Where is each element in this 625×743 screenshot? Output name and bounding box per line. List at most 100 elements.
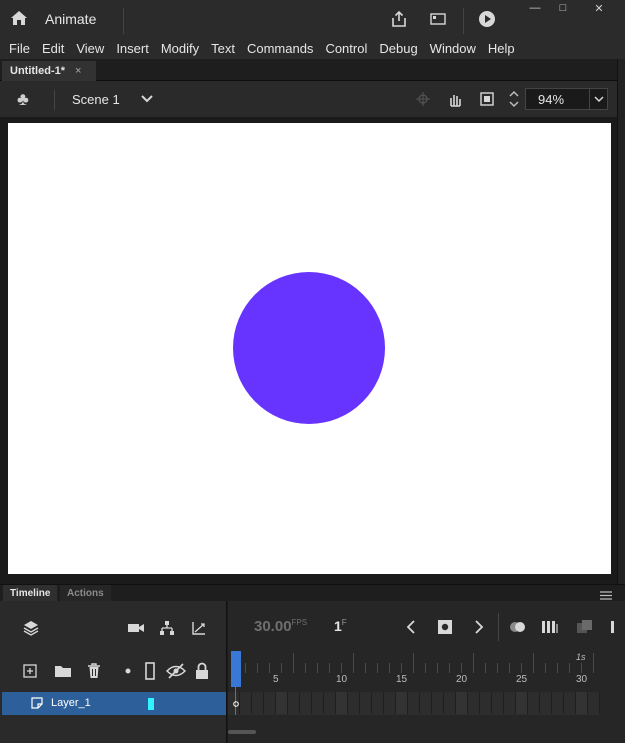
frame-cell[interactable] xyxy=(300,692,312,714)
highlight-dot-icon[interactable] xyxy=(121,664,135,678)
camera-icon[interactable] xyxy=(125,617,147,639)
frame-cell[interactable] xyxy=(360,692,372,714)
menu-debug[interactable]: Debug xyxy=(373,39,423,58)
graph-easing-icon[interactable] xyxy=(188,617,210,639)
fps-display[interactable]: 30.00FPS xyxy=(254,618,307,635)
frame-cell[interactable] xyxy=(588,692,600,714)
chevron-down-icon[interactable] xyxy=(140,91,154,108)
zoom-combobox[interactable]: 94% xyxy=(525,88,608,110)
clip-content-icon[interactable] xyxy=(477,89,497,109)
frame-cell[interactable] xyxy=(564,692,576,714)
empty-keyframe-icon[interactable] xyxy=(231,698,241,710)
insert-keyframe-icon[interactable] xyxy=(435,617,455,637)
menu-commands[interactable]: Commands xyxy=(241,39,319,58)
frame-cell[interactable] xyxy=(540,692,552,714)
tab-timeline[interactable]: Timeline xyxy=(3,585,58,602)
layer-name[interactable]: Layer_1 xyxy=(51,697,91,709)
menu-window[interactable]: Window xyxy=(424,39,482,58)
center-stage-crosshair-icon[interactable] xyxy=(414,90,432,108)
frame-cell[interactable] xyxy=(336,692,348,714)
eye-hidden-icon[interactable] xyxy=(165,660,187,682)
document-tab-row: Untitled-1* × xyxy=(0,59,625,81)
ruler-tick xyxy=(269,663,270,673)
home-icon[interactable] xyxy=(9,8,29,28)
rotate-hand-icon[interactable] xyxy=(445,89,465,109)
document-tab[interactable]: Untitled-1* × xyxy=(2,61,96,81)
minimize-button[interactable]: — xyxy=(520,0,550,16)
frame-cell[interactable] xyxy=(444,692,456,714)
delete-trash-icon[interactable] xyxy=(84,660,104,682)
frame-cell[interactable] xyxy=(312,692,324,714)
more-tools-icon[interactable] xyxy=(607,617,619,637)
ruler-tick xyxy=(437,663,438,673)
scene-name[interactable]: Scene 1 xyxy=(72,92,120,107)
frame-cell[interactable] xyxy=(348,692,360,714)
zoom-value[interactable]: 94% xyxy=(538,92,564,107)
current-frame-display[interactable]: 1F xyxy=(334,618,347,634)
frame-ruler[interactable]: 5 10 15 20 25 30 1s xyxy=(228,651,625,691)
frame-cell[interactable] xyxy=(516,692,528,714)
menu-view[interactable]: View xyxy=(70,39,110,58)
stage-pasteboard xyxy=(0,117,617,582)
frame-cell[interactable] xyxy=(456,692,468,714)
frame-cell[interactable] xyxy=(276,692,288,714)
frame-cell[interactable] xyxy=(240,692,252,714)
new-layer-icon[interactable] xyxy=(20,661,40,681)
panel-layout-icon[interactable] xyxy=(427,8,449,30)
tab-actions[interactable]: Actions xyxy=(60,585,111,602)
fps-value[interactable]: 30.00 xyxy=(254,618,292,635)
frame-cell[interactable] xyxy=(528,692,540,714)
zoom-dropdown-chevron-icon[interactable] xyxy=(589,89,608,109)
frame-cell[interactable] xyxy=(480,692,492,714)
frame-cell[interactable] xyxy=(432,692,444,714)
frame-cell[interactable] xyxy=(408,692,420,714)
outline-toggle-icon[interactable] xyxy=(142,660,158,682)
layer-parenting-icon[interactable] xyxy=(156,617,178,639)
layer-frames-row[interactable] xyxy=(228,692,600,715)
layer-type-icon xyxy=(30,696,44,710)
timeline-horizontal-scrollbar[interactable] xyxy=(228,730,256,734)
layers-stack-icon[interactable] xyxy=(20,617,42,639)
menu-modify[interactable]: Modify xyxy=(155,39,205,58)
frame-cell[interactable] xyxy=(504,692,516,714)
test-movie-play-icon[interactable] xyxy=(476,8,498,30)
document-tab-close-icon[interactable]: × xyxy=(75,65,81,77)
menu-file[interactable]: File xyxy=(3,39,36,58)
frame-cell[interactable] xyxy=(396,692,408,714)
layer-row[interactable]: Layer_1 xyxy=(2,692,226,715)
menu-insert[interactable]: Insert xyxy=(110,39,155,58)
onion-skin-icon[interactable] xyxy=(507,617,529,637)
close-button[interactable]: ✕ xyxy=(584,0,614,16)
menu-help[interactable]: Help xyxy=(482,39,521,58)
frame-cell[interactable] xyxy=(372,692,384,714)
lock-icon[interactable] xyxy=(192,660,212,682)
stage-canvas[interactable] xyxy=(8,123,611,574)
frame-cell[interactable] xyxy=(420,692,432,714)
paste-frames-icon[interactable] xyxy=(574,617,596,637)
next-frame-icon[interactable] xyxy=(470,617,488,637)
frame-cell[interactable] xyxy=(468,692,480,714)
share-icon[interactable] xyxy=(388,8,410,30)
menu-edit[interactable]: Edit xyxy=(36,39,70,58)
playhead[interactable] xyxy=(231,651,241,687)
frame-cell[interactable] xyxy=(576,692,588,714)
layer-outline-color-swatch[interactable] xyxy=(148,698,154,710)
symbol-clubs-icon[interactable]: ♣ xyxy=(17,89,29,110)
menu-control[interactable]: Control xyxy=(319,39,373,58)
ruler-tick xyxy=(257,663,258,673)
menu-text[interactable]: Text xyxy=(205,39,241,58)
new-folder-icon[interactable] xyxy=(52,661,74,681)
frame-cell[interactable] xyxy=(492,692,504,714)
frame-cell[interactable] xyxy=(384,692,396,714)
previous-frame-icon[interactable] xyxy=(402,617,420,637)
zoom-stepper-icon[interactable] xyxy=(507,87,521,111)
edit-multiple-frames-icon[interactable] xyxy=(539,617,561,637)
frame-cell[interactable] xyxy=(252,692,264,714)
frame-cell[interactable] xyxy=(264,692,276,714)
frame-cell[interactable] xyxy=(552,692,564,714)
maximize-button[interactable]: □ xyxy=(548,0,578,16)
circle-shape[interactable] xyxy=(233,272,385,424)
frame-cell[interactable] xyxy=(288,692,300,714)
current-frame-value[interactable]: 1 xyxy=(334,618,342,634)
frame-cell[interactable] xyxy=(324,692,336,714)
